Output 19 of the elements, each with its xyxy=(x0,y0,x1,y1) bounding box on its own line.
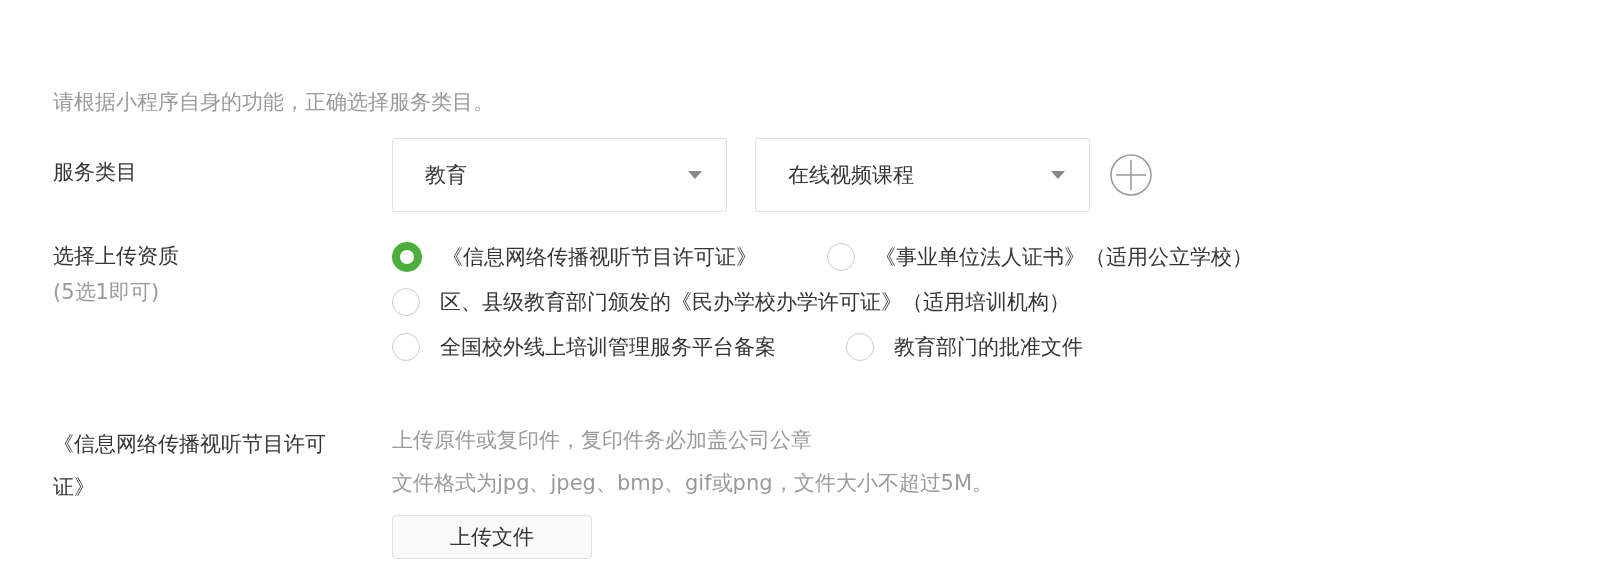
category-select[interactable]: 教育 xyxy=(392,138,727,212)
add-icon[interactable] xyxy=(1110,154,1152,196)
radio-option[interactable]: 全国校外线上培训管理服务平台备案 xyxy=(392,332,776,361)
field-sublabel: (5选1即可) xyxy=(53,279,161,306)
category-select[interactable]: 在线视频课程 xyxy=(755,138,1090,212)
upload-note: 文件格式为jpg、jpeg、bmp、gif或png，文件大小不超过5M。 xyxy=(392,470,994,497)
radio-option[interactable]: 区、县级教育部门颁发的《民办学校办学许可证》（适用培训机构） xyxy=(392,287,1070,316)
radio-option[interactable]: 教育部门的批准文件 xyxy=(846,332,1083,361)
radio-button[interactable] xyxy=(392,241,422,272)
field-label: 选择上传资质 xyxy=(53,243,180,270)
hint-text: 请根据小程序自身的功能，正确选择服务类目。 xyxy=(53,89,495,116)
upload-note: 上传原件或复印件，复印件务必加盖公司公章 xyxy=(392,427,813,454)
radio-option[interactable]: 《事业单位法人证书》（适用公立学校） xyxy=(827,242,1253,271)
upload-button[interactable]: 上传文件 xyxy=(392,515,592,559)
caret-icon xyxy=(688,171,702,179)
field-label: 服务类目 xyxy=(53,160,137,184)
field-label: 《信息网络传播视听节目许可证》 xyxy=(53,431,327,501)
radio-option[interactable]: 《信息网络传播视听节目许可证》 xyxy=(392,241,757,272)
caret-icon xyxy=(1051,171,1065,179)
